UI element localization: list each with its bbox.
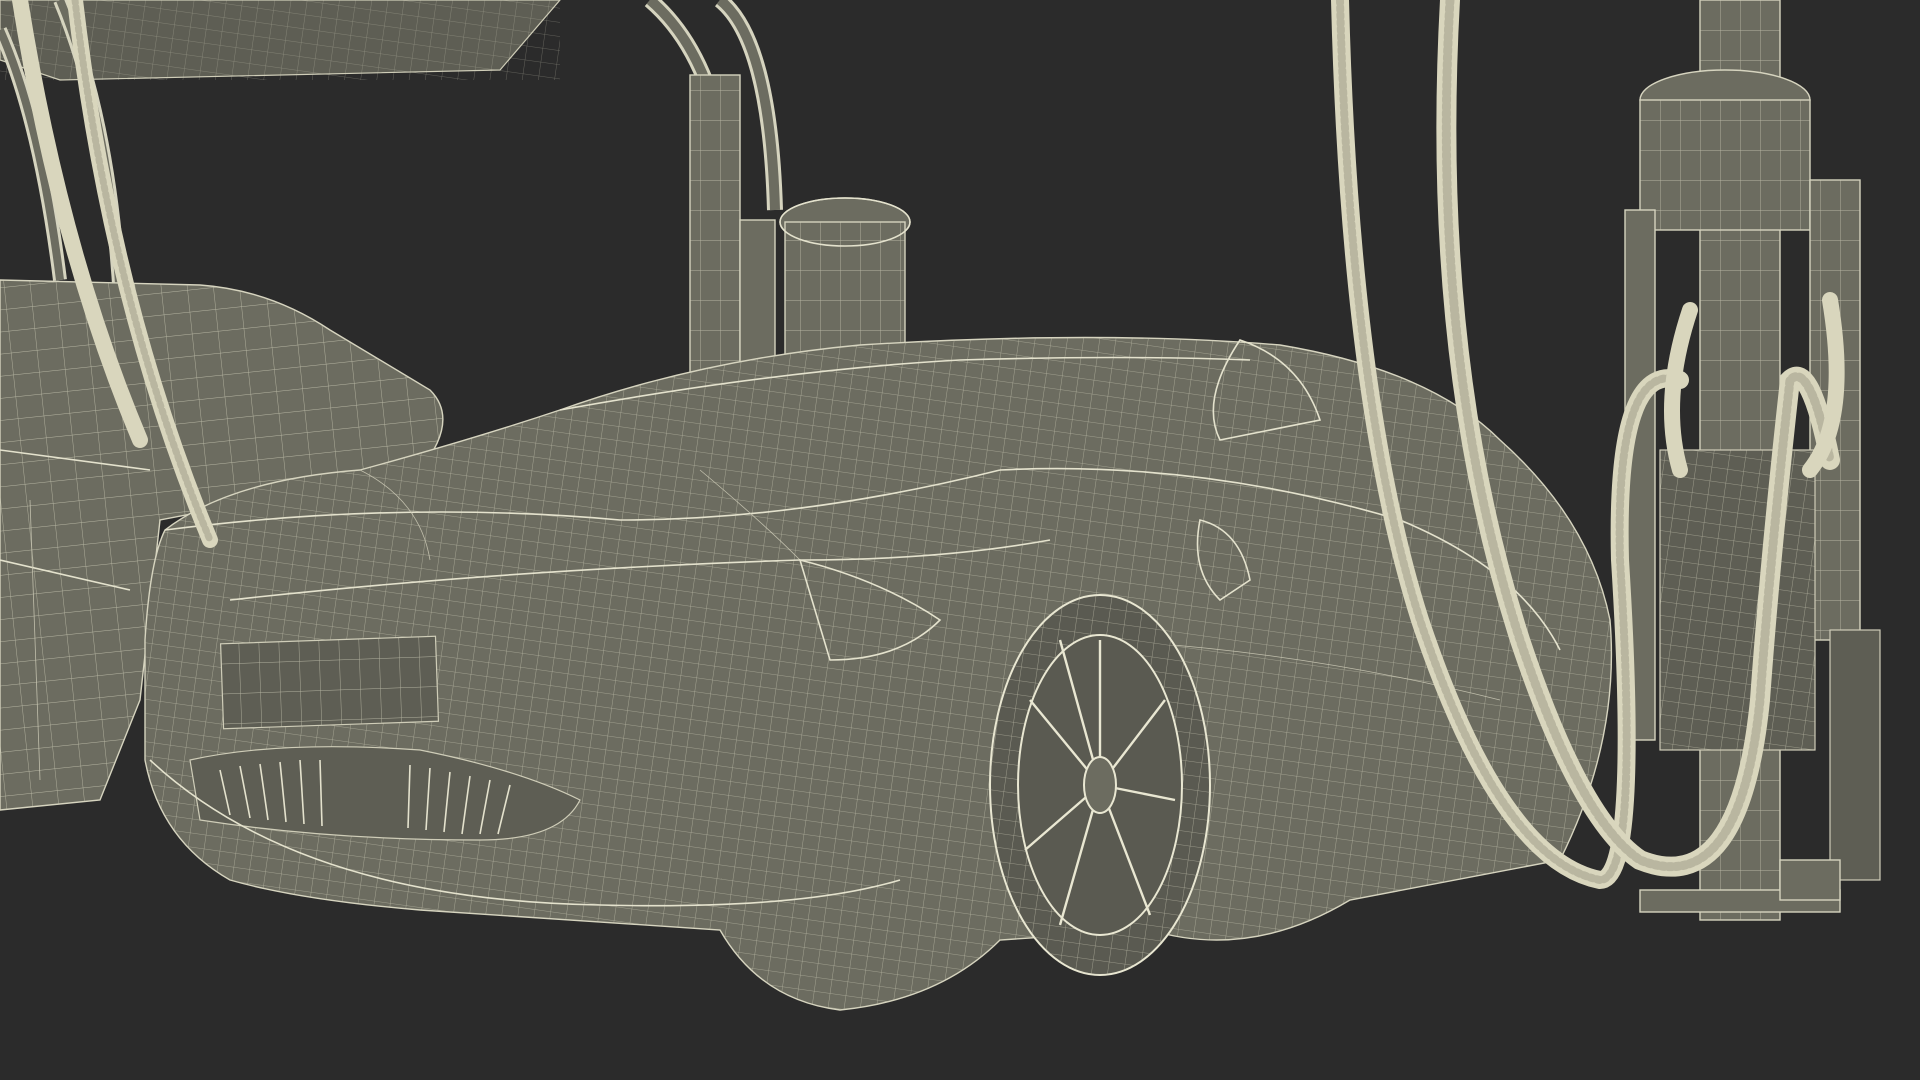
- front-wheel: [989, 594, 1211, 976]
- wireframe-render: [0, 0, 1920, 1080]
